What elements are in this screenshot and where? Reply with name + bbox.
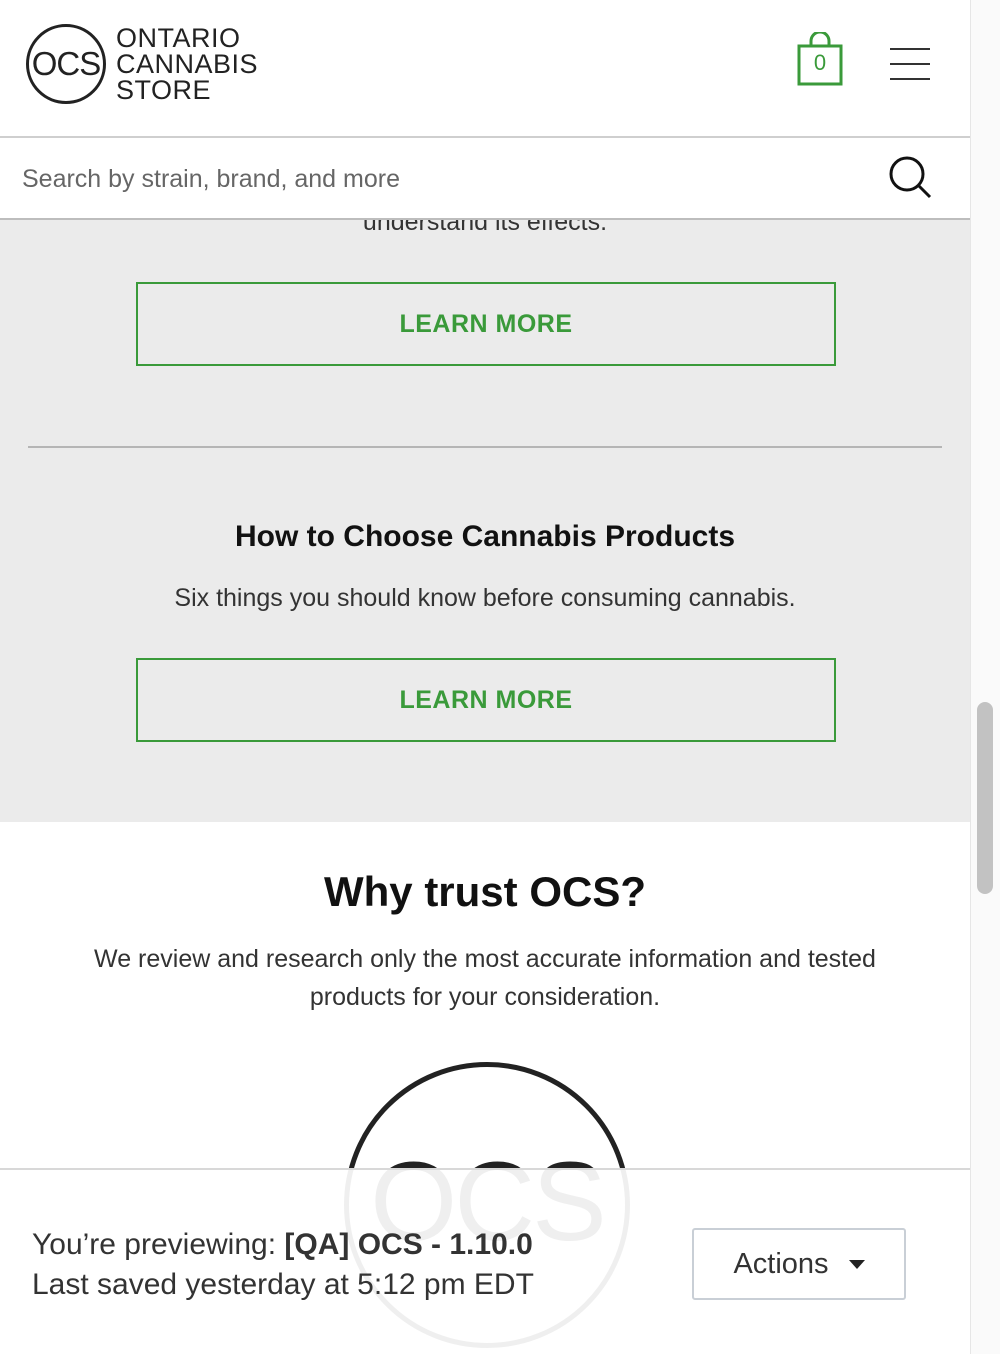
logo-mark: OCS [26,24,106,104]
card-description: Six things you should know before consum… [174,584,796,612]
logo-wordmark: ONTARIO CANNABIS STORE [116,23,259,105]
card-title: How to Choose Cannabis Products [234,520,736,553]
preview-bar: You’re previewing: [QA] OCS - 1.10.0 Las… [0,1168,970,1354]
last-saved: Last saved yesterday at 5:12 pm EDT [32,1268,534,1301]
preview-version: [QA] OCS - 1.10.0 [284,1228,533,1261]
actions-label: Actions [733,1247,829,1280]
trust-title: Why trust OCS? [324,868,646,915]
scrollbar-track[interactable] [970,0,1000,1354]
site-header: OCS ONTARIO CANNABIS STORE 0 [0,0,970,138]
hamburger-menu-icon [890,48,930,50]
page: OCS ONTARIO CANNABIS STORE 0 understand [0,0,970,1354]
search-bar [0,138,970,220]
logo-line-cannabis: CANNABIS [116,49,259,79]
actions-dropdown[interactable]: Actions [692,1228,906,1300]
search-input[interactable] [20,158,844,200]
previewing-label: You’re previewing: [32,1228,277,1261]
scrollbar-thumb[interactable] [977,702,993,894]
logo-line-ontario: ONTARIO [116,23,241,53]
menu-line [890,63,930,65]
search-icon[interactable] [888,155,932,199]
preview-status: You’re previewing: [QA] OCS - 1.10.0 [32,1228,533,1262]
menu-button[interactable] [890,48,930,82]
trust-description: We review and research only the most acc… [94,945,876,1011]
divider [28,446,942,448]
menu-line [890,78,930,80]
cart-count: 0 [813,50,827,75]
logo-line-store: STORE [116,75,212,105]
caret-down-icon [848,1259,865,1269]
cart-button[interactable]: 0 [797,32,843,86]
learn-more-button[interactable]: LEARN MORE [136,282,836,366]
learn-more-button[interactable]: LEARN MORE [136,658,836,742]
ocs-logo[interactable]: OCS ONTARIO CANNABIS STORE [26,24,258,104]
